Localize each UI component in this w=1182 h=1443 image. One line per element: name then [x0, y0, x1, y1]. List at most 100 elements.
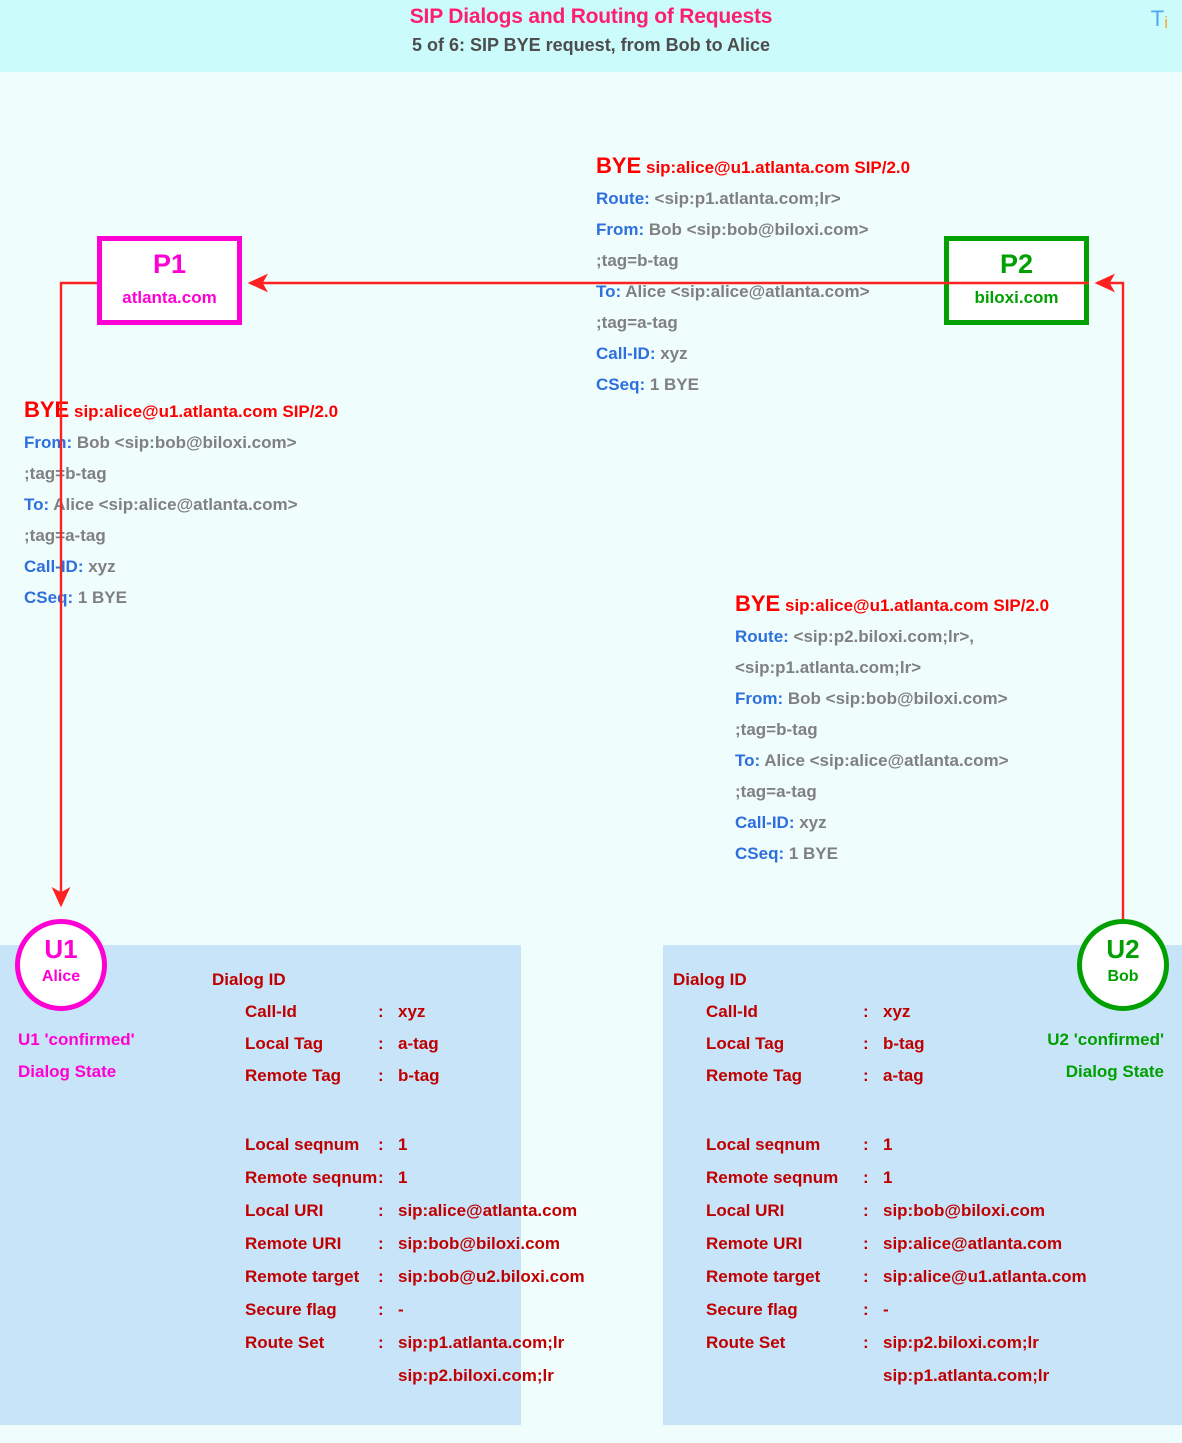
sip-header-name: Call-ID:: [596, 344, 656, 363]
dialog-field-key: Secure flag: [706, 1300, 798, 1319]
u1-state-line-1: U1 'confirmed': [18, 1030, 135, 1049]
dialog-field-key: Remote Tag: [706, 1066, 803, 1085]
dialog-field-value: -: [883, 1300, 889, 1319]
sip-header-line: CSeq: 1 BYE: [596, 369, 910, 400]
endpoint-u2-name: U2: [1106, 934, 1140, 964]
dialog-route-set-extra: sip:p1.atlanta.com;lr: [883, 1366, 1050, 1385]
dialog-field-value: a-tag: [398, 1034, 439, 1053]
sip-header-name: From:: [24, 433, 73, 452]
sip-header-continuation: ;tag=a-tag: [24, 526, 106, 545]
sip-header-line: Call-ID: xyz: [24, 551, 338, 582]
dialog-field-colon: :: [863, 1002, 869, 1021]
sip-header-line: From: Bob <sip:bob@biloxi.com>: [24, 427, 338, 458]
dialog-field-colon: :: [378, 1234, 384, 1253]
sip-header-line: From: Bob <sip:bob@biloxi.com>: [735, 683, 1049, 714]
sip-request-line: BYE sip:alice@u1.atlanta.com SIP/2.0: [596, 150, 910, 183]
dialog-field-colon: :: [863, 1300, 869, 1319]
endpoint-node-u1[interactable]: U1 Alice: [15, 919, 107, 1011]
sip-header-value: xyz: [794, 813, 827, 832]
sip-request-uri: sip:alice@u1.atlanta.com SIP/2.0: [73, 402, 339, 421]
sip-request-line: BYE sip:alice@u1.atlanta.com SIP/2.0: [735, 588, 1049, 621]
sip-header-value: <sip:p2.biloxi.com;lr>,: [788, 627, 974, 646]
sip-request-uri: sip:alice@u1.atlanta.com SIP/2.0: [645, 158, 911, 177]
dialog-field-colon: :: [863, 1234, 869, 1253]
dialog-field-key: Call-Id: [245, 1002, 297, 1021]
proxy-node-p2[interactable]: P2 biloxi.com: [944, 236, 1089, 325]
dialog-field-colon: :: [378, 1300, 384, 1319]
dialog-field-key: Remote URI: [706, 1234, 803, 1253]
sip-header-value: Alice <sip:alice@atlanta.com>: [621, 282, 870, 301]
sip-headers: From: Bob <sip:bob@biloxi.com> ;tag=b-ta…: [24, 427, 338, 613]
page-title: SIP Dialogs and Routing of Requests: [409, 5, 773, 28]
sip-header-continuation: ;tag=b-tag: [596, 251, 679, 270]
sip-header-continuation: ;tag=b-tag: [24, 464, 107, 483]
sip-header-name: From:: [735, 689, 784, 708]
sip-header-name: CSeq:: [24, 588, 74, 607]
sip-header-line: Call-ID: xyz: [735, 807, 1049, 838]
sip-header-line: ;tag=b-tag: [735, 714, 1049, 745]
sip-header-name: To:: [596, 282, 622, 301]
endpoint-u1-name: U1: [44, 934, 78, 964]
dialog-state-caption-u2: U2 'confirmed' Dialog State: [934, 1024, 1164, 1089]
sip-method: BYE: [735, 591, 781, 616]
proxy-p1-name: P1: [152, 249, 187, 279]
sip-message-p1-to-u1: BYE sip:alice@u1.atlanta.com SIP/2.0 Fro…: [24, 394, 338, 613]
u2-state-line-2: Dialog State: [1065, 1062, 1164, 1082]
proxy-p1-domain: atlanta.com: [122, 288, 217, 307]
sip-header-value: 1 BYE: [784, 844, 838, 863]
dialog-field-key: Secure flag: [245, 1300, 337, 1319]
dialog-field-value: sip:bob@u2.biloxi.com: [398, 1267, 585, 1286]
dialog-field-value: sip:bob@biloxi.com: [398, 1234, 561, 1253]
dialog-field-colon: :: [378, 1333, 384, 1352]
page-subtitle: 5 of 6: SIP BYE request, from Bob to Ali…: [411, 35, 771, 55]
sip-header-value: xyz: [83, 557, 116, 576]
dialog-field-key: Remote seqnum: [706, 1168, 839, 1187]
endpoint-u1-user: Alice: [41, 968, 81, 985]
u1-state-line-2: Dialog State: [18, 1062, 117, 1082]
dialog-field-colon: :: [378, 1201, 384, 1220]
dialog-field-key: Local seqnum: [245, 1135, 360, 1154]
dialog-field-value: sip:alice@atlanta.com: [398, 1201, 578, 1220]
sip-header-value: 1 BYE: [645, 375, 699, 394]
sip-header-line: ;tag=a-tag: [735, 776, 1049, 807]
dialog-field-colon: :: [378, 1135, 384, 1154]
proxy-p2-name: P2: [999, 249, 1034, 279]
dialog-field-key: Local Tag: [706, 1034, 785, 1053]
proxy-p2-domain: biloxi.com: [974, 288, 1059, 307]
dialog-field-value: sip:bob@biloxi.com: [883, 1201, 1046, 1220]
sip-header-line: To: Alice <sip:alice@atlanta.com>: [596, 276, 910, 307]
tutorial-logo: Ti: [1151, 6, 1168, 33]
sip-header-name: Route:: [596, 189, 650, 208]
dialog-field-value: sip:alice@u1.atlanta.com: [883, 1267, 1087, 1286]
dialog-field-colon: :: [378, 1066, 384, 1085]
sip-header-continuation: ;tag=b-tag: [735, 720, 818, 739]
dialog-state-caption-u1: U1 'confirmed' Dialog State: [18, 1024, 135, 1089]
sip-header-name: Call-ID:: [24, 557, 84, 576]
dialog-field-colon: :: [863, 1168, 869, 1187]
dialog-field-value: b-tag: [883, 1034, 925, 1053]
dialog-route-set-extra: sip:p2.biloxi.com;lr: [398, 1366, 554, 1385]
endpoint-node-u2[interactable]: U2 Bob: [1077, 919, 1169, 1011]
sip-message-p2-to-p1: BYE sip:alice@u1.atlanta.com SIP/2.0 Rou…: [596, 150, 910, 400]
dialog-field-value: xyz: [883, 1002, 911, 1021]
proxy-node-p1[interactable]: P1 atlanta.com: [97, 236, 242, 325]
dialog-field-value: 1: [398, 1135, 408, 1154]
sip-method: BYE: [596, 153, 642, 178]
sip-header-name: CSeq:: [596, 375, 646, 394]
dialog-field-key: Local seqnum: [706, 1135, 821, 1154]
sip-header-line: CSeq: 1 BYE: [735, 838, 1049, 869]
sip-request-uri: sip:alice@u1.atlanta.com SIP/2.0: [784, 596, 1050, 615]
sip-header-name: To:: [735, 751, 761, 770]
dialog-field-colon: :: [863, 1267, 869, 1286]
dialog-field-value: xyz: [398, 1002, 426, 1021]
dialog-field-key: Remote Tag: [245, 1066, 342, 1085]
dialog-field-value: sip:p2.biloxi.com;lr: [883, 1333, 1039, 1352]
dialog-field-value: 1: [883, 1135, 893, 1154]
dialog-id-title: Dialog ID: [212, 970, 286, 989]
dialog-field-key: Remote seqnum: [245, 1168, 378, 1187]
endpoint-u2-user: Bob: [1107, 968, 1139, 985]
sip-header-line: ;tag=a-tag: [596, 307, 910, 338]
sip-header-line: <sip:p1.atlanta.com;lr>: [735, 652, 1049, 683]
sip-header-line: To: Alice <sip:alice@atlanta.com>: [735, 745, 1049, 776]
u2-state-line-1: U2 'confirmed': [1047, 1030, 1164, 1049]
